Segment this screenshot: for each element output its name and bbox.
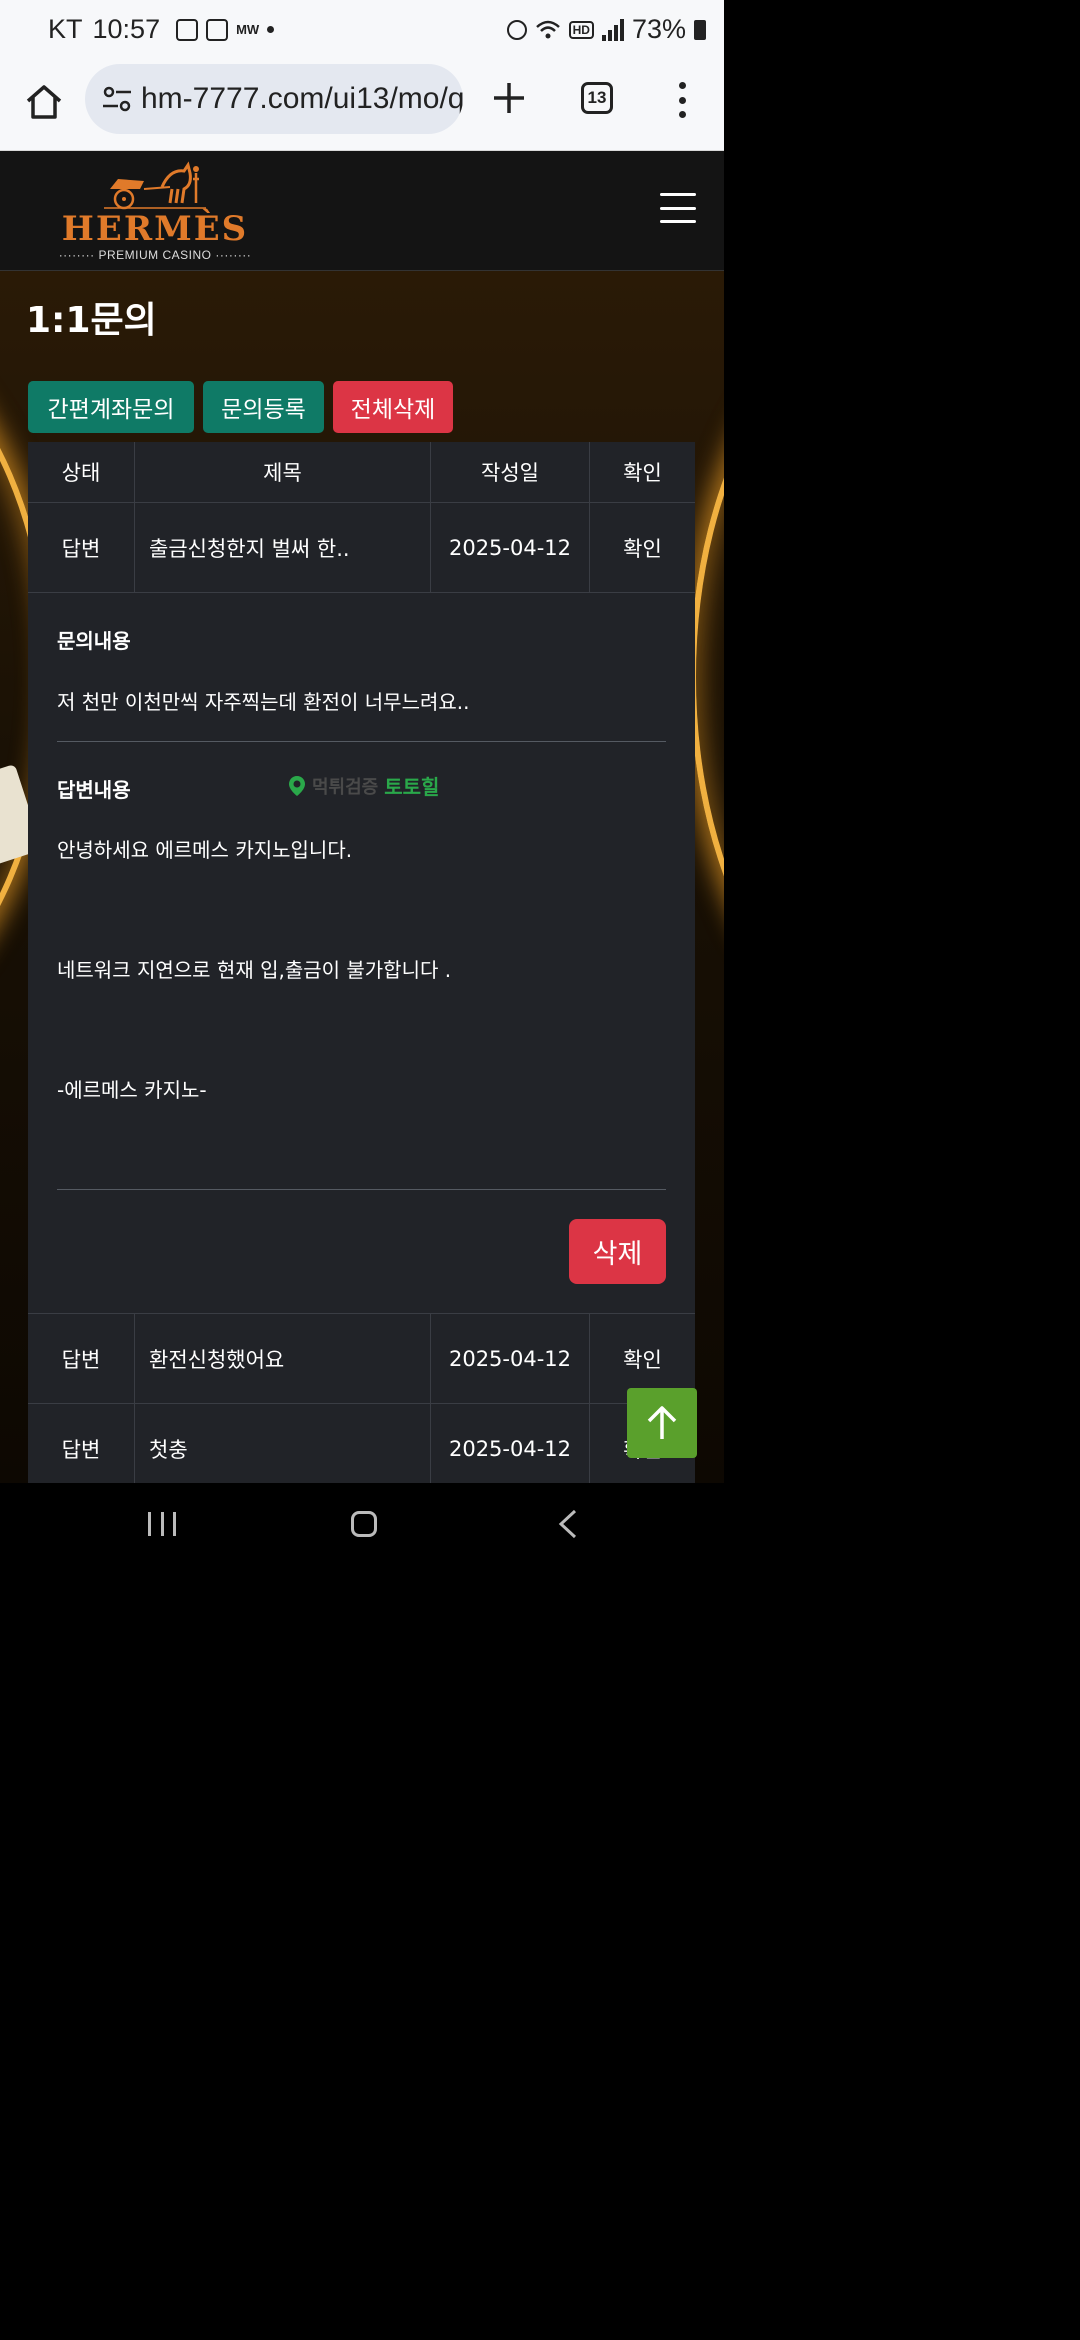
arrow-up-icon bbox=[647, 1406, 677, 1439]
notification-icons: MW bbox=[176, 18, 275, 41]
table-header: 상태 제목 작성일 확인 bbox=[28, 442, 695, 503]
watermark: 먹튀검증 토토힐 bbox=[288, 771, 439, 800]
delete-all-button[interactable]: 전체삭제 bbox=[333, 381, 453, 433]
header-status: 상태 bbox=[28, 442, 135, 502]
status-left: KT 10:57 MW bbox=[48, 14, 275, 45]
watermark-brand-text: 토토힐 bbox=[384, 775, 440, 799]
answer-label: 답변내용 bbox=[57, 778, 131, 802]
hd-voice-icon: HD bbox=[568, 20, 594, 39]
more-vert-icon[interactable] bbox=[672, 82, 692, 118]
row-date: 2025-04-12 bbox=[431, 1404, 590, 1483]
answer-line-1: 안녕하세요 에르메스 카지노입니다. bbox=[57, 838, 353, 862]
quick-account-inquiry-button[interactable]: 간편계좌문의 bbox=[28, 381, 194, 433]
row-status: 답변 bbox=[28, 1314, 135, 1403]
hermes-logo[interactable]: HERMÈS ········ PREMIUM CASINO ········ bbox=[48, 159, 262, 263]
answer-line-2: 네트워크 지연으로 현재 입,출금이 불가합니다 . bbox=[57, 958, 452, 982]
browser-toolbar: hm-7777.com/ui13/mo/q 13 bbox=[0, 62, 724, 151]
more-notifications-icon bbox=[267, 26, 275, 33]
header-date: 작성일 bbox=[431, 442, 590, 502]
status-bar: KT 10:57 MW HD 73% bbox=[0, 0, 724, 62]
table-row[interactable]: 답변 첫충 2025-04-12 확인 bbox=[28, 1404, 695, 1483]
header-subject: 제목 bbox=[135, 442, 431, 502]
address-bar[interactable]: hm-7777.com/ui13/mo/q bbox=[85, 64, 463, 134]
mw-notification-icon: MW bbox=[236, 22, 260, 37]
inquiry-table: 상태 제목 작성일 확인 답변 출금신청한지 벌써 한.. 2025-04-12… bbox=[28, 442, 695, 1483]
row-status: 답변 bbox=[28, 503, 135, 592]
carrier-label: KT bbox=[48, 14, 83, 44]
row-subject[interactable]: 환전신청했어요 bbox=[135, 1314, 431, 1403]
row-date: 2025-04-12 bbox=[431, 1314, 590, 1403]
inquiry-detail: 문의내용 저 천만 이천만씩 자주찍는데 환전이 너무느려요.. 답변내용 먹튀… bbox=[28, 593, 695, 1314]
alarm-icon bbox=[506, 19, 527, 40]
divider bbox=[57, 741, 666, 742]
inquiry-label: 문의내용 bbox=[57, 629, 131, 653]
home-icon[interactable] bbox=[24, 82, 64, 122]
row-date: 2025-04-12 bbox=[431, 503, 590, 592]
divider bbox=[57, 1189, 666, 1190]
image-notification-icon bbox=[206, 18, 229, 41]
scroll-to-top-button[interactable] bbox=[627, 1388, 697, 1458]
hamburger-icon[interactable] bbox=[660, 193, 696, 223]
logo-wordmark: HERMÈS bbox=[61, 209, 249, 249]
plus-icon[interactable] bbox=[491, 80, 527, 116]
table-row[interactable]: 답변 출금신청한지 벌써 한.. 2025-04-12 확인 bbox=[28, 503, 695, 593]
row-check: 확인 bbox=[623, 536, 662, 561]
app-notification-icon bbox=[176, 18, 199, 41]
recent-apps-icon[interactable] bbox=[148, 1512, 176, 1536]
row-status: 답변 bbox=[28, 1404, 135, 1483]
system-navigation-bar bbox=[0, 1483, 724, 1568]
back-icon[interactable] bbox=[556, 1509, 580, 1539]
inquiry-text: 저 천만 이천만씩 자주찍는데 환전이 너무느려요.. bbox=[57, 690, 470, 714]
carriage-logo-icon bbox=[104, 161, 206, 210]
row-subject[interactable]: 출금신청한지 벌써 한.. bbox=[135, 503, 431, 592]
battery-percent: 73% bbox=[631, 14, 686, 44]
status-right: HD 73% bbox=[506, 14, 706, 45]
answer-line-3: -에르메스 카지노- bbox=[57, 1078, 207, 1102]
row-subject[interactable]: 첫충 bbox=[135, 1404, 431, 1483]
clock: 10:57 bbox=[92, 14, 161, 44]
site-header: HERMÈS ········ PREMIUM CASINO ········ bbox=[0, 151, 724, 271]
tabs-icon[interactable]: 13 bbox=[581, 82, 613, 114]
url-text: hm-7777.com/ui13/mo/q bbox=[141, 82, 463, 115]
header-check: 확인 bbox=[623, 461, 662, 485]
page-title: 1:1문의 bbox=[26, 300, 157, 341]
main-content: 1:1문의 간편계좌문의 문의등록 전체삭제 상태 제목 작성일 확인 답변 출… bbox=[0, 271, 724, 1483]
background-glow-right bbox=[690, 291, 724, 1063]
nav-home-icon[interactable] bbox=[351, 1511, 377, 1537]
logo-subtitle: ········ PREMIUM CASINO ········ bbox=[58, 248, 252, 262]
site-info-icon[interactable] bbox=[99, 81, 135, 117]
signal-icon bbox=[601, 18, 624, 41]
table-row[interactable]: 답변 환전신청했어요 2025-04-12 확인 bbox=[28, 1314, 695, 1404]
battery-icon bbox=[694, 19, 706, 40]
wifi-icon bbox=[535, 20, 560, 38]
location-pin-icon bbox=[289, 775, 305, 796]
delete-button[interactable]: 삭제 bbox=[569, 1219, 666, 1284]
register-inquiry-button[interactable]: 문의등록 bbox=[203, 381, 324, 433]
watermark-faint-text: 먹튀검증 bbox=[312, 776, 379, 798]
